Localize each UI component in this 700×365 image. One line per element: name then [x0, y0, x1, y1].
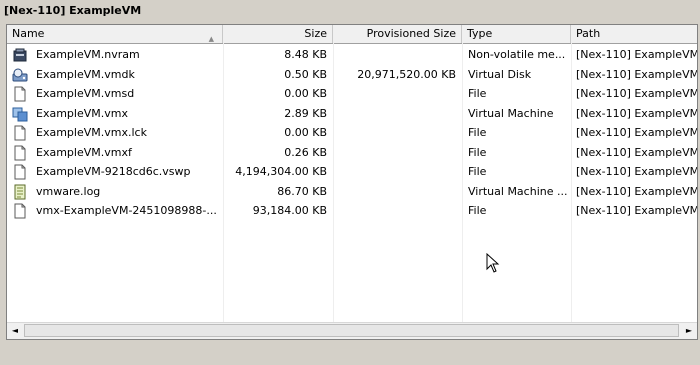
table-row[interactable]: ExampleVM.vmxf 0.26 KB File [Nex-110] Examp… [7, 143, 697, 162]
file-size: 0.00 KB [284, 87, 327, 100]
column-header-path[interactable]: Path [571, 25, 697, 43]
file-name: vmx-ExampleVM-2451098988-... [36, 204, 217, 217]
table-row[interactable]: ExampleVM.vmdk 0.50 KB 20,971,520.00 KB Vir… [7, 65, 697, 84]
column-header-name-label: Name [12, 27, 45, 40]
file-size: 0.50 KB [284, 67, 327, 81]
table-row[interactable]: vmx-ExampleVM-2451098988-... 93,184.00 KB… [7, 201, 697, 220]
file-provisioned-size [333, 162, 462, 181]
file-name: ExampleVM.vmxf [36, 145, 132, 159]
file-provisioned-size [333, 104, 462, 123]
bottom-status-strip [0, 341, 700, 365]
nvram-icon [12, 47, 28, 63]
file-size: 86.70 KB [277, 184, 327, 198]
file-type: Virtual Machine ... [468, 184, 568, 198]
table-row[interactable]: ExampleVM.vmx.lck 0.00 KB File [Nex-110] Ex… [7, 123, 697, 142]
file-provisioned-size [333, 182, 462, 201]
file-icon [12, 164, 28, 180]
file-type: File [468, 126, 487, 139]
file-type: Virtual Machine [468, 106, 554, 120]
file-path: [Nex-110] ExampleVM [576, 67, 697, 81]
file-name: ExampleVM.nvram [36, 48, 140, 61]
table-row[interactable]: ExampleVM.vmx 2.89 KB Virtual Machine [Nex-… [7, 104, 697, 123]
file-provisioned-size: 20,971,520.00 KB [357, 67, 456, 81]
file-path: [Nex-110] ExampleVM [576, 48, 697, 61]
file-icon [12, 145, 28, 161]
table-row[interactable]: ExampleVM.nvram 8.48 KB Non-volatile me...… [7, 45, 697, 64]
file-type: Virtual Disk [468, 67, 532, 81]
file-list-panel: Name ▲ Size Provisioned Size Type Path E… [6, 24, 698, 340]
file-path: [Nex-110] ExampleVM [576, 204, 697, 217]
file-path: [Nex-110] ExampleVM [576, 106, 697, 120]
table-row[interactable]: ExampleVM.vmsd 0.00 KB File [Nex-110] Examp… [7, 84, 697, 103]
virtual-machine-icon [12, 106, 28, 122]
file-size: 0.26 KB [284, 145, 327, 159]
file-path: [Nex-110] ExampleVM [576, 184, 697, 198]
file-path: [Nex-110] ExampleVM [576, 126, 697, 139]
file-provisioned-size [333, 201, 462, 220]
file-type: File [468, 145, 487, 159]
mouse-pointer-icon [486, 253, 500, 273]
file-path: [Nex-110] ExampleVM [576, 145, 697, 159]
file-size: 0.00 KB [284, 126, 327, 139]
file-name: ExampleVM-9218cd6c.vswp [36, 165, 191, 178]
file-size: 93,184.00 KB [252, 204, 327, 217]
horizontal-scrollbar[interactable]: ◄ ► [7, 322, 697, 339]
file-icon [12, 86, 28, 102]
file-name: ExampleVM.vmdk [36, 67, 135, 81]
table-row[interactable]: vmware.log 86.70 KB Virtual Machine ... [Ne… [7, 182, 697, 201]
file-type: File [468, 204, 487, 217]
scroll-thumb[interactable] [24, 324, 679, 337]
file-name: ExampleVM.vmx [36, 106, 128, 120]
file-name: ExampleVM.vmsd [36, 87, 135, 100]
log-file-icon [12, 184, 28, 200]
file-type: File [468, 87, 487, 100]
file-path: [Nex-110] ExampleVM [576, 87, 697, 100]
file-type: File [468, 165, 487, 178]
file-name: ExampleVM.vmx.lck [36, 126, 147, 139]
file-provisioned-size [333, 123, 462, 142]
file-path: [Nex-110] ExampleVM [576, 165, 697, 178]
sort-ascending-icon: ▲ [208, 35, 214, 43]
file-size: 2.89 KB [284, 106, 327, 120]
column-header-provisioned-size[interactable]: Provisioned Size [333, 25, 462, 43]
virtual-disk-icon [12, 67, 28, 83]
file-size: 4,194,304.00 KB [235, 165, 327, 178]
file-provisioned-size [333, 84, 462, 103]
table-row[interactable]: ExampleVM-9218cd6c.vswp 4,194,304.00 KB Fi… [7, 162, 697, 181]
column-header-row: Name ▲ Size Provisioned Size Type Path [7, 25, 697, 44]
file-icon [12, 203, 28, 219]
file-name: vmware.log [36, 184, 101, 198]
scroll-right-button[interactable]: ► [681, 323, 697, 339]
column-header-size[interactable]: Size [223, 25, 333, 43]
file-provisioned-size [333, 143, 462, 162]
file-provisioned-size [333, 45, 462, 64]
window-title: [Nex-110] ExampleVM [4, 4, 142, 17]
file-size: 8.48 KB [284, 48, 327, 61]
column-header-type[interactable]: Type [462, 25, 571, 43]
file-icon [12, 125, 28, 141]
column-header-name[interactable]: Name ▲ [7, 25, 223, 43]
file-type: Non-volatile me... [468, 48, 566, 61]
scroll-left-button[interactable]: ◄ [7, 323, 23, 339]
